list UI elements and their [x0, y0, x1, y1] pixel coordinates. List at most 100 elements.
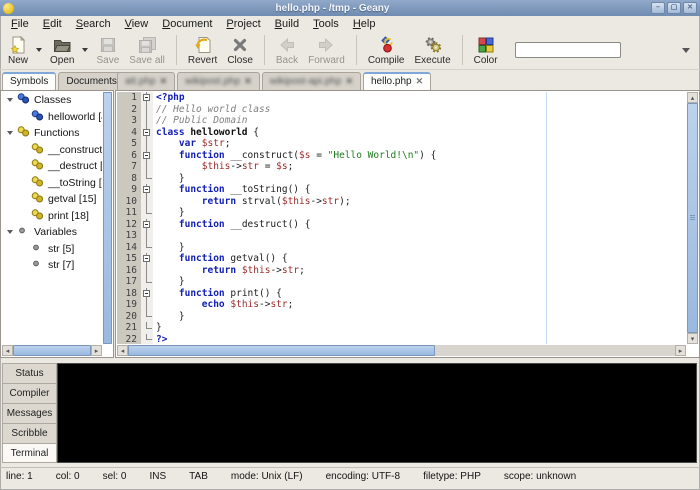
tab-messages[interactable]: Messages — [2, 403, 57, 423]
tab-symbols[interactable]: Symbols — [2, 72, 56, 90]
symbol-item-row[interactable]: __construct [6] — [2, 142, 102, 159]
symbol-item-row[interactable]: getval [15] — [2, 191, 102, 208]
menu-view[interactable]: View — [118, 18, 156, 30]
menu-tools[interactable]: Tools — [306, 18, 346, 30]
minimize-button[interactable]: – — [651, 2, 665, 14]
fold-margin[interactable] — [141, 253, 153, 265]
tab-close-icon[interactable]: ✕ — [160, 77, 168, 86]
fold-margin[interactable] — [141, 92, 153, 104]
scroll-down-icon[interactable]: ▾ — [687, 333, 698, 344]
line-number[interactable]: 16 — [117, 265, 141, 277]
close-button[interactable]: ✕ — [683, 2, 697, 14]
editor-tab-wikipost.php[interactable]: wikipost.php✕ — [177, 72, 260, 90]
line-number[interactable]: 1 — [117, 92, 141, 104]
editor-vertical-scrollbar[interactable]: ▴ ▾ — [687, 92, 698, 344]
fold-margin[interactable] — [141, 219, 153, 231]
fold-margin[interactable] — [141, 150, 153, 162]
fold-margin[interactable] — [141, 230, 153, 242]
expander-down-icon[interactable] — [7, 230, 13, 234]
scroll-right-icon[interactable]: ▸ — [91, 345, 102, 356]
line-number[interactable]: 8 — [117, 173, 141, 185]
symbol-group-row[interactable]: Classes — [2, 92, 102, 109]
symbol-item-row[interactable]: str [5] — [2, 241, 102, 258]
fold-collapse-icon[interactable] — [143, 129, 150, 136]
line-number[interactable]: 11 — [117, 207, 141, 219]
symbol-item-row[interactable]: helloworld [4] — [2, 109, 102, 126]
color-button[interactable]: Color — [470, 34, 502, 67]
tab-close-icon[interactable]: ✕ — [345, 77, 353, 86]
sidebar-vertical-scrollbar[interactable] — [103, 92, 112, 344]
compile-button[interactable]: Compile — [364, 34, 409, 67]
menu-document[interactable]: Document — [155, 18, 219, 30]
fold-collapse-icon[interactable] — [143, 255, 150, 262]
editor-tab-att.php[interactable]: att.php✕ — [117, 72, 175, 90]
toolbar-overflow-icon[interactable] — [682, 48, 690, 53]
fold-collapse-icon[interactable] — [143, 152, 150, 159]
fold-margin[interactable] — [141, 334, 153, 345]
code-editor[interactable]: 1<?php2// Hello world class3// Public Do… — [117, 92, 686, 344]
revert-button[interactable]: Revert — [184, 34, 221, 67]
fold-margin[interactable] — [141, 115, 153, 127]
menu-help[interactable]: Help — [346, 18, 383, 30]
symbol-group-row[interactable]: Variables — [2, 224, 102, 241]
symbol-item-row[interactable]: __destruct [12] — [2, 158, 102, 175]
menu-build[interactable]: Build — [268, 18, 306, 30]
close-file-button[interactable]: Close — [223, 34, 257, 67]
tab-compiler[interactable]: Compiler — [2, 383, 57, 403]
editor-tab-wikipost-api.php[interactable]: wikipost-api.php✕ — [262, 72, 361, 90]
execute-button[interactable]: Execute — [411, 34, 455, 67]
menu-project[interactable]: Project — [219, 18, 267, 30]
symbol-item-row[interactable]: __toString [9] — [2, 175, 102, 192]
maximize-button[interactable]: ▢ — [667, 2, 681, 14]
new-button[interactable]: New — [4, 34, 32, 67]
fold-margin[interactable] — [141, 138, 153, 150]
fold-margin[interactable] — [141, 196, 153, 208]
tab-scribble[interactable]: Scribble — [2, 423, 57, 443]
scroll-left-icon[interactable]: ◂ — [2, 345, 13, 356]
menu-edit[interactable]: Edit — [36, 18, 69, 30]
open-dropdown-icon[interactable] — [82, 48, 88, 52]
line-number[interactable]: 2 — [117, 104, 141, 116]
fold-margin[interactable] — [141, 104, 153, 116]
line-number[interactable]: 7 — [117, 161, 141, 173]
tab-status[interactable]: Status — [2, 363, 57, 383]
fold-margin[interactable] — [141, 161, 153, 173]
tab-terminal[interactable]: Terminal — [2, 443, 57, 463]
fold-margin[interactable] — [141, 276, 153, 288]
fold-margin[interactable] — [141, 322, 153, 334]
tab-close-icon[interactable]: ✕ — [416, 77, 424, 86]
fold-margin[interactable] — [141, 288, 153, 300]
fold-collapse-icon[interactable] — [143, 290, 150, 297]
line-number[interactable]: 12 — [117, 219, 141, 231]
line-number[interactable]: 17 — [117, 276, 141, 288]
editor-tab-hello.php[interactable]: hello.php✕ — [363, 72, 431, 90]
new-dropdown-icon[interactable] — [36, 48, 42, 52]
line-number[interactable]: 14 — [117, 242, 141, 254]
line-number[interactable]: 9 — [117, 184, 141, 196]
editor-horizontal-scrollbar[interactable]: ◂ ▸ — [117, 345, 686, 356]
line-number[interactable]: 5 — [117, 138, 141, 150]
fold-margin[interactable] — [141, 207, 153, 219]
symbol-item-row[interactable]: str [7] — [2, 257, 102, 274]
fold-collapse-icon[interactable] — [143, 94, 150, 101]
fold-collapse-icon[interactable] — [143, 221, 150, 228]
fold-collapse-icon[interactable] — [143, 186, 150, 193]
goto-line-entry[interactable] — [515, 42, 621, 58]
menu-file[interactable]: File — [4, 18, 36, 30]
expander-down-icon[interactable] — [7, 98, 13, 102]
line-number[interactable]: 15 — [117, 253, 141, 265]
tab-close-icon[interactable]: ✕ — [244, 77, 252, 86]
line-number[interactable]: 3 — [117, 115, 141, 127]
line-number[interactable]: 6 — [117, 150, 141, 162]
line-number[interactable]: 13 — [117, 230, 141, 242]
line-number[interactable]: 19 — [117, 299, 141, 311]
expander-down-icon[interactable] — [7, 131, 13, 135]
scroll-right-icon[interactable]: ▸ — [675, 345, 686, 356]
fold-margin[interactable] — [141, 184, 153, 196]
fold-margin[interactable] — [141, 299, 153, 311]
scroll-up-icon[interactable]: ▴ — [687, 92, 698, 103]
terminal-view[interactable] — [57, 363, 697, 463]
line-number[interactable]: 4 — [117, 127, 141, 139]
scroll-left-icon[interactable]: ◂ — [117, 345, 128, 356]
fold-margin[interactable] — [141, 242, 153, 254]
